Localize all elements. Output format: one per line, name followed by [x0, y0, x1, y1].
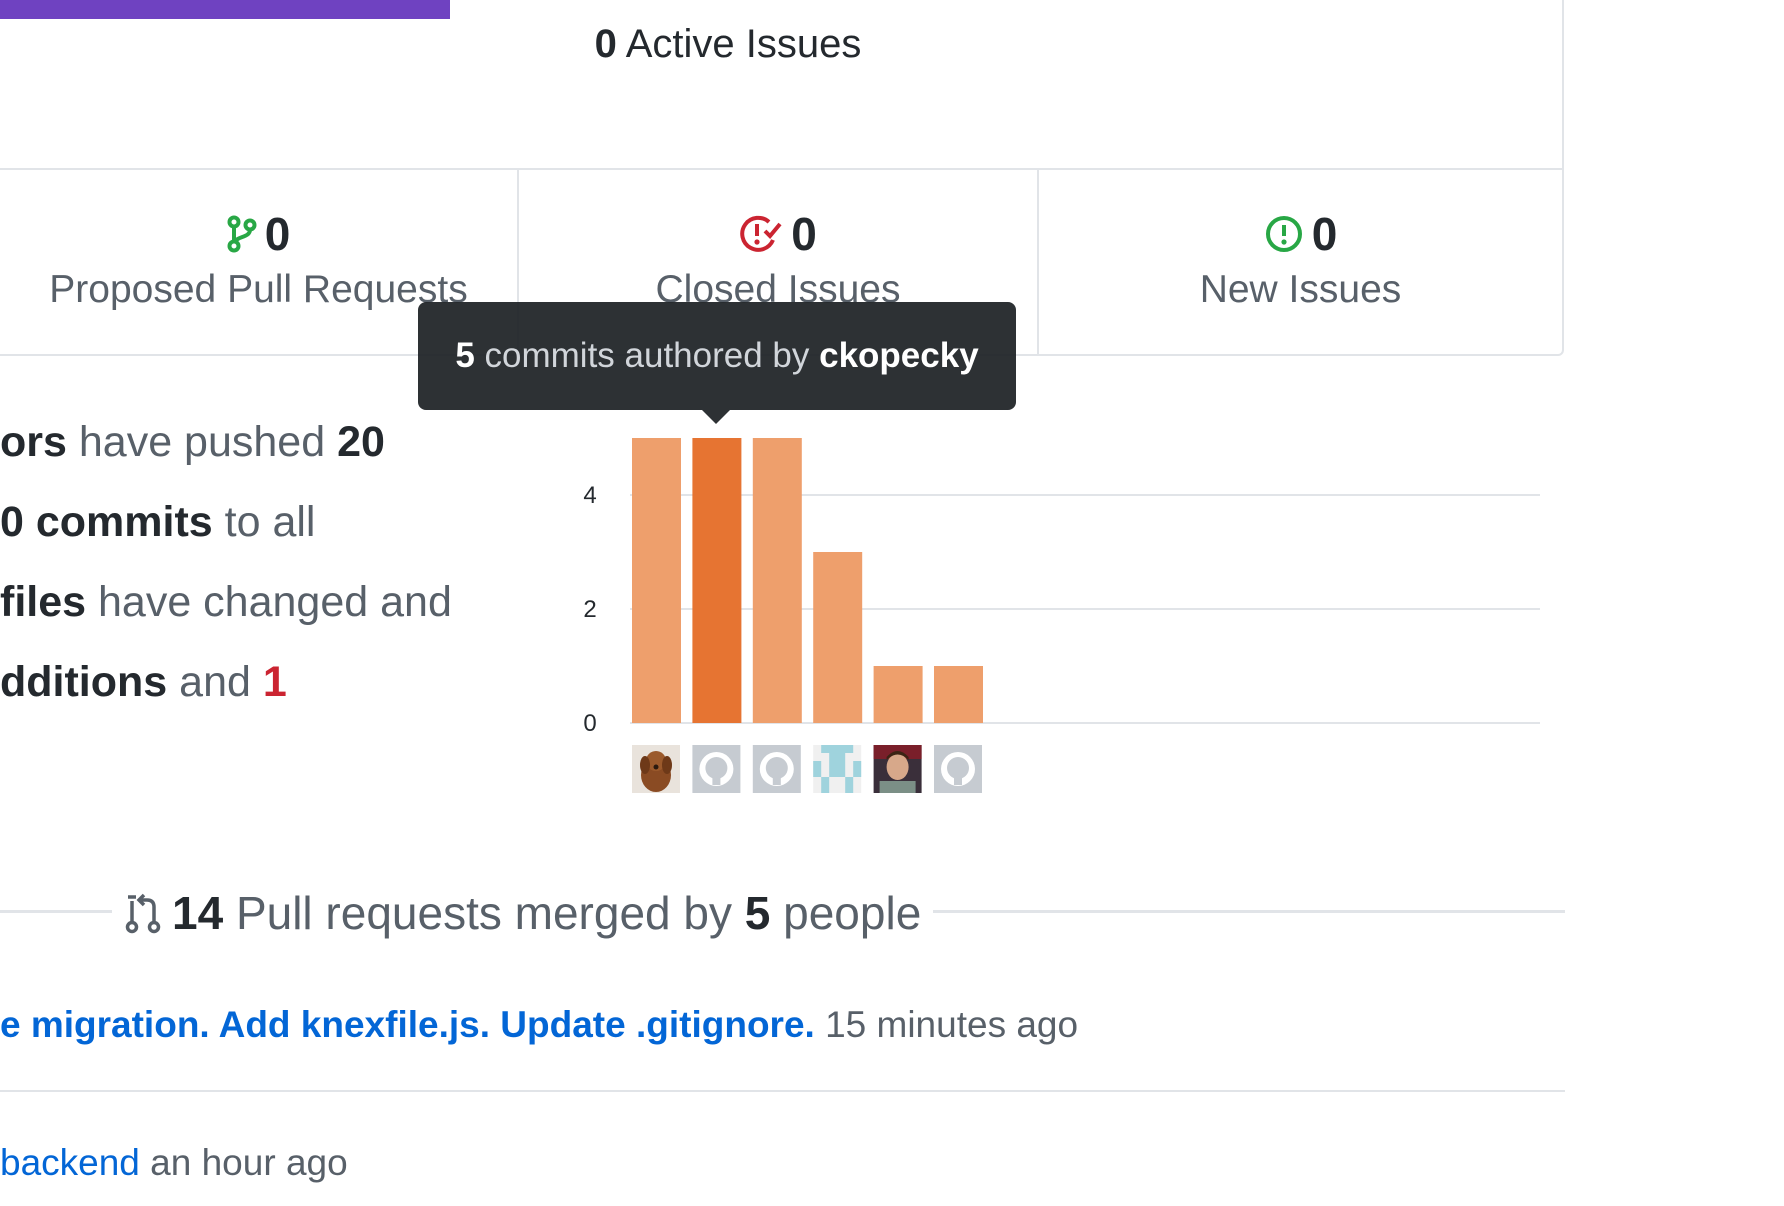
github-octocat-icon[interactable] — [692, 745, 741, 793]
new-issues-count: 0 — [1311, 208, 1338, 260]
pull-request-link[interactable]: e migration. Add knexfile.js. Update .gi… — [0, 1004, 815, 1045]
github-octocat-icon[interactable] — [934, 745, 982, 793]
summary-line-1: ors have pushed 20 — [0, 418, 385, 467]
closed-issues-count: 0 — [791, 208, 817, 260]
commits-text: 0 commits — [0, 498, 213, 546]
proposed-pull-requests-count: 0 — [264, 208, 291, 260]
merged-text: Pull requests merged by — [223, 887, 745, 939]
active-issues-summary: 0 Active Issues — [0, 22, 1456, 67]
activity-time: 15 minutes ago — [814, 1004, 1079, 1045]
y-tick-label: 2 — [583, 596, 596, 623]
y-tick-label: 0 — [583, 710, 596, 737]
summary-text: and — [167, 658, 263, 706]
authors-text: ors — [0, 418, 67, 466]
issue-opened-icon — [1265, 216, 1302, 252]
activity-item: e migration. Add knexfile.js. Update .gi… — [0, 1004, 1078, 1046]
stat-proposed-pull-requests[interactable]: 0 Proposed Pull Requests — [0, 206, 517, 312]
merged-pull-requests-heading: 14 Pull requests merged by 5 people — [112, 886, 934, 940]
activity-divider — [0, 1090, 1565, 1092]
tooltip-text: commits authored by — [474, 336, 820, 375]
summary-line-2: 0 commits to all — [0, 498, 315, 547]
summary-line-4: dditions and 1 — [0, 658, 287, 707]
summary-text: have pushed — [66, 418, 338, 466]
activity-time: an hour ago — [139, 1142, 348, 1183]
additions-text: dditions — [0, 658, 168, 706]
new-issues-label: New Issues — [1199, 268, 1402, 311]
people-count: 5 — [744, 887, 771, 939]
y-tick-label: 4 — [583, 482, 596, 509]
tooltip-commit-count: 5 — [455, 336, 475, 375]
commits-tooltip: 5 commits authored by ckopecky — [418, 302, 1016, 410]
dog-avatar-icon[interactable] — [632, 745, 680, 793]
person-avatar-icon[interactable] — [873, 745, 922, 793]
contributor-bar[interactable] — [934, 666, 983, 723]
activity-item: backend an hour ago — [0, 1142, 348, 1184]
contributor-bar[interactable] — [632, 438, 681, 723]
git-merge-icon — [125, 893, 161, 934]
tooltip-arrow — [702, 410, 730, 424]
files-text: files — [0, 578, 87, 626]
contributor-bar[interactable] — [873, 666, 923, 723]
summary-text: to all — [212, 498, 316, 546]
summary-text: have changed and — [86, 578, 452, 626]
tooltip-author: ckopecky — [819, 336, 979, 375]
summary-line-3: files have changed and — [0, 578, 452, 627]
contributors-chart: 0 2 4 — [583, 438, 1540, 793]
issue-closed-icon — [740, 215, 782, 252]
panel-divider — [0, 168, 1562, 170]
contributor-bar[interactable] — [692, 438, 742, 723]
identicon-avatar-icon[interactable] — [813, 745, 862, 793]
active-issues-label: Active Issues — [625, 22, 862, 66]
merged-text: people — [770, 887, 922, 939]
active-issues-count: 0 — [594, 22, 617, 66]
contributor-bar[interactable] — [813, 552, 863, 723]
merged-count: 14 — [172, 887, 224, 939]
github-octocat-icon[interactable] — [752, 745, 801, 793]
contributor-bar[interactable] — [752, 438, 802, 723]
stat-closed-issues[interactable]: 0 Closed Issues — [519, 206, 1037, 312]
deletions-count: 1 — [262, 658, 287, 706]
stat-new-issues[interactable]: 0 New Issues — [1039, 206, 1562, 312]
git-pull-request-icon — [227, 215, 257, 253]
commit-count: 20 — [337, 418, 385, 466]
pull-request-link[interactable]: backend — [0, 1142, 140, 1183]
